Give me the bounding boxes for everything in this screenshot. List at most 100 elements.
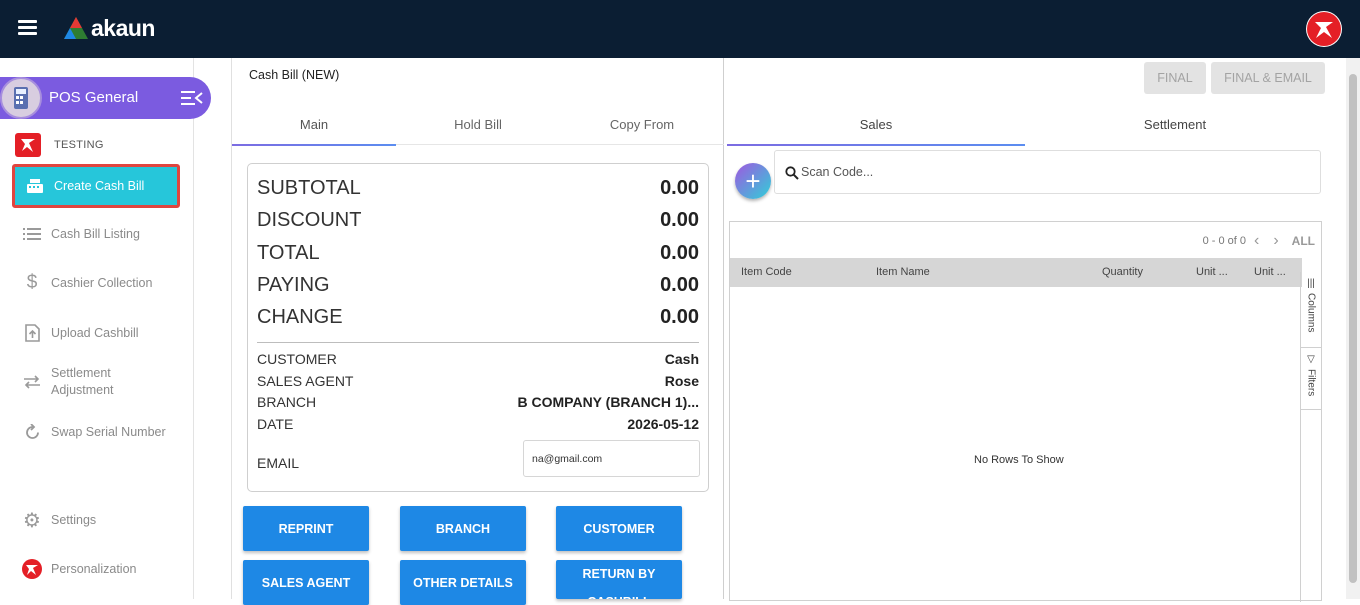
info-label: DATE [257, 416, 294, 432]
tab-label: Main [299, 116, 329, 132]
menu-icon[interactable] [18, 20, 37, 36]
filters-tool-tab[interactable]: ▽ Filters [1301, 354, 1321, 410]
branch-button[interactable]: BRANCH [400, 506, 526, 551]
column-header-unit-1[interactable]: Unit ... [1196, 266, 1228, 278]
sidebar-item-settlement-adjustment[interactable]: Settlement Adjustment [12, 364, 180, 400]
info-value: Cash [664, 351, 699, 367]
info-row-sales-agent: SALES AGENT Rose [257, 373, 699, 389]
cash-bill-panel: Cash Bill (NEW) Main Hold Bill Copy From… [231, 58, 724, 605]
summary-value: 0.00 [660, 306, 699, 328]
info-label: CUSTOMER [257, 351, 337, 367]
sidebar-item-label: Cashier Collection [51, 276, 153, 290]
summary-row-discount: DISCOUNT 0.00 [257, 209, 699, 232]
summary-value: 0.00 [660, 209, 699, 231]
info-value: 2026-05-12 [627, 416, 699, 432]
sidebar: POS General TESTING Create Cash Bill Cas… [0, 58, 211, 599]
grid-side-tools: ||| Columns ▽ Filters [1300, 272, 1321, 602]
column-header-unit-2[interactable]: Unit ... [1254, 266, 1286, 278]
grid-header: Item Code Item Name Quantity Unit ... Un… [730, 258, 1302, 287]
swap-arrows-icon [22, 372, 42, 392]
sidebar-item-label: Swap Serial Number [51, 425, 166, 439]
reprint-button[interactable]: REPRINT [243, 506, 369, 551]
email-field[interactable] [523, 440, 700, 477]
search-icon [785, 166, 799, 180]
akaun-logo[interactable]: akaun [64, 14, 155, 42]
sidebar-item-personalization[interactable]: Personalization [12, 558, 180, 580]
sales-agent-button[interactable]: SALES AGENT [243, 560, 369, 605]
info-label: BRANCH [257, 394, 317, 410]
personalization-logo-icon [22, 559, 42, 579]
sales-panel: FINAL FINAL & EMAIL Sales Settlement + 0… [725, 58, 1327, 602]
all-button[interactable]: ALL [1292, 234, 1315, 248]
info-label: SALES AGENT [257, 373, 354, 389]
sales-tabs: Sales Settlement [727, 103, 1325, 146]
final-button[interactable]: FINAL [1144, 62, 1206, 94]
sidebar-item-label: Settlement Adjustment [51, 366, 114, 397]
summary-label: SUBTOTAL [257, 177, 361, 199]
items-grid: 0 - 0 of 0 ‹ › ALL Item Code Item Name Q… [729, 221, 1322, 602]
summary-row-change: CHANGE 0.00 [257, 306, 699, 329]
collapse-menu-icon[interactable] [181, 90, 203, 106]
scrollbar-thumb[interactable] [1349, 74, 1357, 583]
tab-hold-bill[interactable]: Hold Bill [396, 103, 560, 145]
dollar-icon: $ [26, 272, 38, 293]
column-header-item-name[interactable]: Item Name [876, 266, 930, 278]
final-and-email-button[interactable]: FINAL & EMAIL [1211, 62, 1325, 94]
summary-label: PAYING [257, 274, 330, 296]
company-selector[interactable]: TESTING [15, 133, 104, 157]
sidebar-item-swap-serial-number[interactable]: Swap Serial Number [12, 422, 180, 442]
info-row-customer: CUSTOMER Cash [257, 351, 699, 367]
scan-code-input[interactable] [801, 159, 1301, 185]
column-header-quantity[interactable]: Quantity [1102, 266, 1143, 278]
sidebar-item-cash-bill-listing[interactable]: Cash Bill Listing [12, 224, 180, 244]
other-details-button[interactable]: OTHER DETAILS [400, 560, 526, 605]
scan-code-box [774, 150, 1321, 194]
columns-tab-label: Columns [1305, 293, 1317, 333]
chevron-left-icon[interactable]: ‹ [1254, 232, 1259, 250]
summary-value: 0.00 [660, 274, 699, 296]
page-scrollbar[interactable] [1346, 58, 1360, 599]
sidebar-item-label: Cash Bill Listing [51, 227, 140, 241]
upload-file-icon [22, 323, 42, 343]
column-header-item-code[interactable]: Item Code [741, 266, 792, 278]
module-header[interactable]: POS General [0, 77, 211, 119]
summary-label: TOTAL [257, 242, 320, 264]
pos-terminal-icon [0, 77, 42, 119]
sidebar-item-label: Create Cash Bill [54, 179, 145, 193]
add-item-button[interactable]: + [735, 163, 771, 199]
summary-row-paying: PAYING 0.00 [257, 274, 699, 297]
summary-divider [257, 342, 699, 343]
customer-button[interactable]: CUSTOMER [556, 506, 682, 551]
page-title: Cash Bill (NEW) [249, 68, 340, 82]
columns-icon: ||| [1307, 278, 1315, 289]
sidebar-item-cashier-collection[interactable]: $ Cashier Collection [12, 272, 180, 293]
akaun-logo-text: akaun [91, 14, 155, 41]
sidebar-item-settings[interactable]: ⚙ Settings [12, 510, 180, 532]
top-bar: akaun [0, 0, 1360, 58]
summary-row-subtotal: SUBTOTAL 0.00 [257, 177, 699, 200]
user-avatar[interactable] [1306, 11, 1342, 47]
chevron-right-icon[interactable]: › [1273, 232, 1278, 250]
tab-label: Settlement [1143, 116, 1207, 132]
module-title: POS General [49, 89, 139, 106]
tab-copy-from[interactable]: Copy From [560, 103, 724, 145]
tab-settlement[interactable]: Settlement [1025, 103, 1325, 145]
tab-sales[interactable]: Sales [727, 103, 1025, 146]
info-value: Rose [664, 373, 699, 389]
company-name: TESTING [54, 139, 104, 151]
tab-main[interactable]: Main [232, 103, 396, 146]
summary-label: CHANGE [257, 306, 343, 328]
return-by-cashbill-button[interactable]: RETURN BY CASHBILL [556, 560, 682, 599]
info-value: B COMPANY (BRANCH 1)... [517, 394, 700, 410]
active-tab-indicator [232, 144, 396, 146]
empty-grid-message: No Rows To Show [974, 454, 1064, 466]
sidebar-item-label: Settings [51, 513, 97, 527]
info-row-date: DATE 2026-05-12 [257, 416, 699, 432]
summary-row-total: TOTAL 0.00 [257, 242, 699, 265]
plus-icon: + [745, 166, 761, 196]
filters-tab-label: Filters [1305, 369, 1317, 397]
columns-tool-tab[interactable]: ||| Columns [1301, 278, 1321, 348]
pagination-text: 0 - 0 of 0 [1202, 235, 1247, 247]
sidebar-item-create-cash-bill[interactable]: Create Cash Bill [12, 164, 180, 208]
sidebar-item-upload-cashbill[interactable]: Upload Cashbill [12, 323, 180, 343]
